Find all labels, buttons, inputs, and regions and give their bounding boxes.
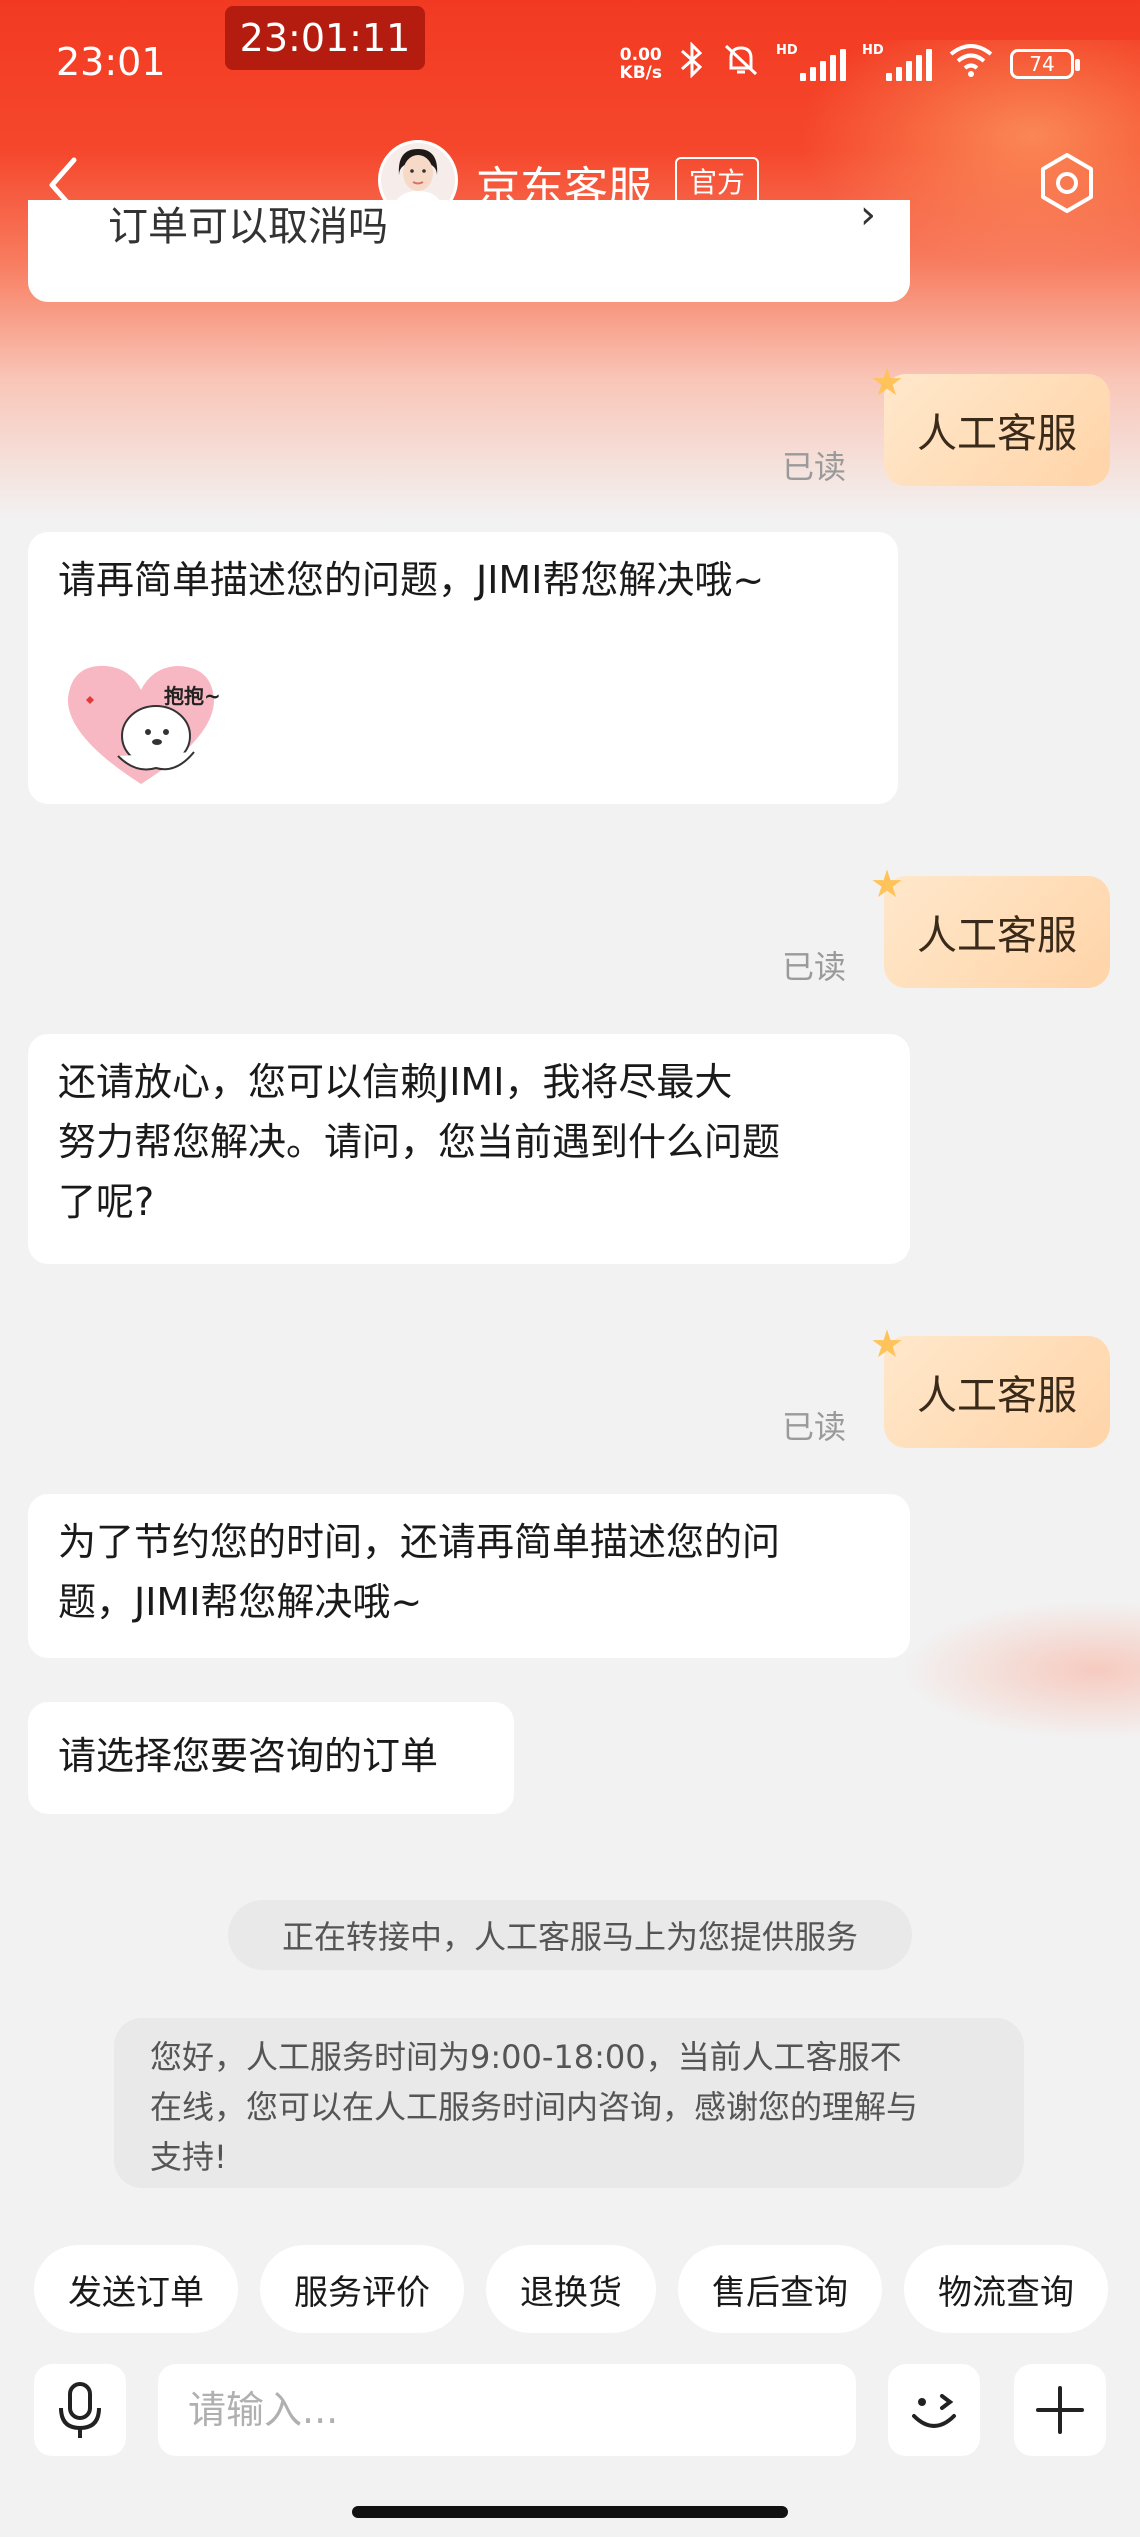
- status-icons: 0.00 KB/s HD HD 74: [619, 40, 1080, 88]
- bot-message-line: 了呢?: [58, 1180, 155, 1224]
- user-message-bubble[interactable]: ★ 人工客服: [870, 1322, 1110, 1448]
- bot-message-bubble[interactable]: 为了节约您的时间，还请再简单描述您的问 题，JIMI帮您解决哦~: [28, 1494, 910, 1658]
- decorative-ribbon-lower: [900, 1600, 1140, 1740]
- message-input[interactable]: [158, 2364, 856, 2456]
- quick-reply-logistics[interactable]: 物流查询: [904, 2245, 1108, 2333]
- bluetooth-icon: [678, 41, 706, 86]
- home-indicator[interactable]: [352, 2506, 788, 2518]
- settings-button[interactable]: [1034, 150, 1100, 216]
- mute-bell-icon: [722, 42, 760, 86]
- bot-message-bubble[interactable]: 请再简单描述您的问题，JIMI帮您解决哦~ 抱抱~: [28, 532, 898, 804]
- emoji-button[interactable]: [888, 2364, 980, 2456]
- system-transfer-notice: 正在转接中，人工客服马上为您提供服务: [228, 1900, 912, 1970]
- bot-message-line: 努力帮您解决。请问，您当前遇到什么问题: [58, 1120, 781, 1164]
- quick-reply-after-sales[interactable]: 售后查询: [678, 2245, 882, 2333]
- user-message-bubble[interactable]: ★ 人工客服: [870, 862, 1110, 988]
- status-time: 23:01: [56, 40, 166, 84]
- bot-message-bubble[interactable]: 还请放心，您可以信赖JIMI，我将尽最大 努力帮您解决。请问，您当前遇到什么问题…: [28, 1034, 910, 1264]
- settings-hexagon-icon: [1041, 153, 1093, 213]
- bot-message-bubble[interactable]: 请选择您要咨询的订单: [28, 1702, 514, 1814]
- microphone-icon: [59, 2382, 101, 2438]
- bot-message-line: 为了节约您的时间，还请再简单描述您的问: [58, 1520, 781, 1564]
- quick-reply-service-rating[interactable]: 服务评价: [260, 2245, 464, 2333]
- input-bar: [0, 2360, 1140, 2537]
- star-icon: ★: [870, 862, 905, 906]
- quick-reply-send-order[interactable]: 发送订单: [34, 2245, 238, 2333]
- star-icon: ★: [870, 360, 905, 404]
- wink-emoji-icon: [912, 2394, 956, 2428]
- network-speed: 0.00 KB/s: [619, 45, 662, 83]
- bot-message-text: 请选择您要咨询的订单: [58, 1734, 439, 1778]
- voice-input-button[interactable]: [34, 2364, 126, 2456]
- status-bar: 23:01 23:01:11 0.00 KB/s HD HD 74: [0, 0, 1140, 130]
- bot-message-text: 请再简单描述您的问题，JIMI帮您解决哦~: [58, 558, 765, 602]
- hug-sticker: 抱抱~: [56, 656, 226, 796]
- system-hours-notice: 您好，人工服务时间为9:00-18:00，当前人工客服不 在线，您可以在人工服务…: [114, 2018, 1024, 2188]
- plus-icon: [1036, 2386, 1084, 2434]
- wifi-icon: [948, 42, 994, 86]
- previous-message-bubble[interactable]: 订单可以取消吗 ›: [28, 200, 910, 302]
- signal-icon: HD: [776, 43, 846, 81]
- user-message-bubble[interactable]: ★ 人工客服: [870, 360, 1110, 486]
- quick-reply-bar: 发送订单 服务评价 退换货 售后查询 物流查询: [34, 2245, 1108, 2333]
- official-badge: 官方: [675, 157, 760, 205]
- signal-icon-2: HD: [862, 43, 932, 81]
- more-options-button[interactable]: [1014, 2364, 1106, 2456]
- quick-reply-return-exchange[interactable]: 退换货: [486, 2245, 656, 2333]
- sticker-text: 抱抱~: [164, 684, 221, 708]
- battery-icon: 74: [1010, 49, 1080, 79]
- bot-message-line: 题，JIMI帮您解决哦~: [58, 1580, 423, 1624]
- read-label: 已读: [781, 1408, 846, 1446]
- previous-message-text: 订单可以取消吗: [108, 204, 388, 250]
- screen-record-timer: 23:01:11: [225, 6, 425, 70]
- chevron-right-icon: ›: [860, 200, 876, 238]
- read-label: 已读: [781, 948, 846, 986]
- bot-message-line: 还请放心，您可以信赖JIMI，我将尽最大: [58, 1060, 733, 1104]
- star-icon: ★: [870, 1322, 905, 1366]
- read-label: 已读: [781, 448, 846, 486]
